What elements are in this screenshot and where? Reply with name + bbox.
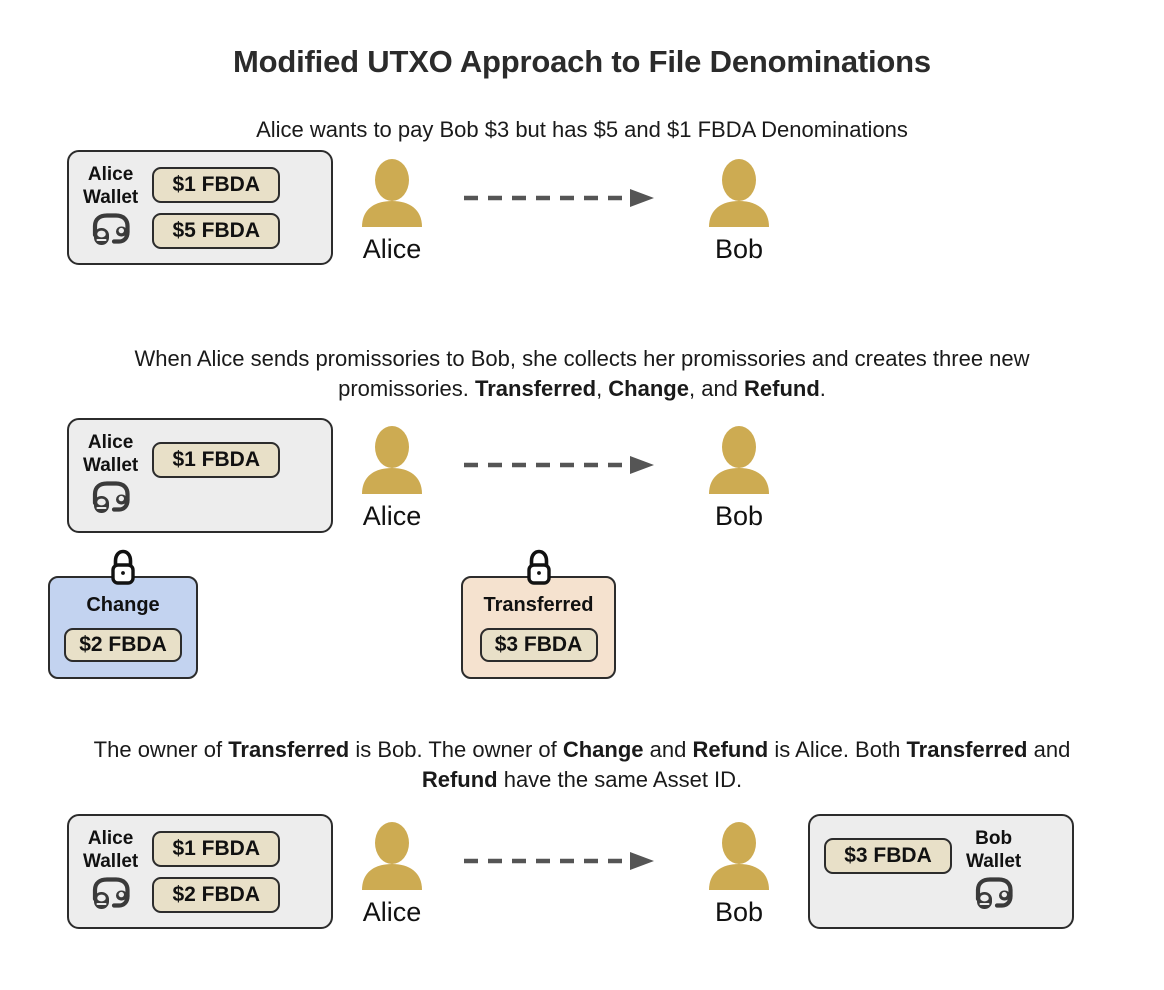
bob-person-row3: Bob <box>696 820 782 928</box>
alice-person-row3: Alice <box>349 820 435 928</box>
transferred-note-card[interactable]: Transferred $3 FBDA <box>461 549 616 679</box>
alice-wallet-label: Alice Wallet <box>83 828 139 872</box>
fbda-chip[interactable]: $1 FBDA <box>152 442 281 478</box>
wallet-icon <box>972 877 1016 916</box>
alice-wallet-row1[interactable]: Alice Wallet $1 FBDA $5 FBDA <box>67 150 333 265</box>
alice-chip-list-row1: $1 FBDA $5 FBDA <box>152 166 281 249</box>
alice-wallet-row2[interactable]: Alice Wallet $1 FBDA <box>67 418 333 533</box>
bob-chip-list-row3: $3 FBDA <box>824 838 952 874</box>
change-note-card[interactable]: Change $2 FBDA <box>48 549 198 679</box>
fbda-chip[interactable]: $1 FBDA <box>152 166 281 203</box>
bob-wallet-label: Bob Wallet <box>966 828 1022 872</box>
alice-person-label: Alice <box>362 234 422 264</box>
wallet-identity: Alice Wallet <box>83 163 138 252</box>
lock-icon <box>521 548 557 591</box>
bob-person-row2: Bob <box>696 424 782 532</box>
person-avatar-icon <box>704 157 774 232</box>
alice-chip-list-row3: $1 FBDA $2 FBDA <box>152 830 281 913</box>
change-note-title: Change <box>86 593 160 616</box>
fbda-chip[interactable]: $2 FBDA <box>152 876 281 913</box>
fbda-chip[interactable]: $2 FBDA <box>64 627 182 662</box>
section-3-caption: The owner of Transferred is Bob. The own… <box>93 737 1071 792</box>
fbda-chip[interactable]: $3 FBDA <box>824 838 952 874</box>
section-2-caption: When Alice sends promissories to Bob, sh… <box>134 346 1030 401</box>
person-avatar-icon <box>357 424 427 499</box>
wallet-identity: Bob Wallet <box>966 827 1021 916</box>
dashed-arrow-right-icon <box>464 454 659 481</box>
dashed-arrow-right-icon <box>464 850 659 877</box>
section-1-caption: Alice wants to pay Bob $3 but has $5 and… <box>256 117 908 142</box>
bob-person-label: Bob <box>714 501 764 531</box>
person-avatar-icon <box>357 157 427 232</box>
wallet-identity: Alice Wallet <box>83 827 138 916</box>
wallet-icon <box>89 481 133 520</box>
bob-wallet-row3[interactable]: $3 FBDA Bob Wallet <box>808 814 1074 929</box>
fbda-chip[interactable]: $5 FBDA <box>152 212 281 249</box>
bob-person-label: Bob <box>714 234 764 264</box>
wallet-icon <box>89 877 133 916</box>
dashed-arrow-right-icon <box>464 187 659 214</box>
person-avatar-icon <box>704 424 774 499</box>
wallet-identity: Alice Wallet <box>83 431 138 520</box>
wallet-icon <box>89 213 133 252</box>
lock-icon <box>105 548 141 591</box>
person-avatar-icon <box>357 820 427 895</box>
alice-person-row1: Alice <box>349 157 435 265</box>
alice-wallet-label: Alice Wallet <box>83 164 139 208</box>
page-title: Modified UTXO Approach to File Denominat… <box>233 44 931 79</box>
diagram-canvas: Modified UTXO Approach to File Denominat… <box>0 0 1164 990</box>
alice-person-label: Alice <box>362 501 422 531</box>
alice-person-row2: Alice <box>349 424 435 532</box>
alice-person-label: Alice <box>362 897 422 927</box>
bob-person-label: Bob <box>714 897 764 927</box>
fbda-chip[interactable]: $3 FBDA <box>479 627 598 662</box>
person-avatar-icon <box>704 820 774 895</box>
alice-chip-list-row2: $1 FBDA <box>152 442 281 478</box>
transferred-note-title: Transferred <box>483 593 594 616</box>
fbda-chip[interactable]: $1 FBDA <box>152 830 281 867</box>
alice-wallet-label: Alice Wallet <box>83 432 139 476</box>
bob-person-row1: Bob <box>696 157 782 265</box>
alice-wallet-row3[interactable]: Alice Wallet $1 FBDA $2 FBDA <box>67 814 333 929</box>
